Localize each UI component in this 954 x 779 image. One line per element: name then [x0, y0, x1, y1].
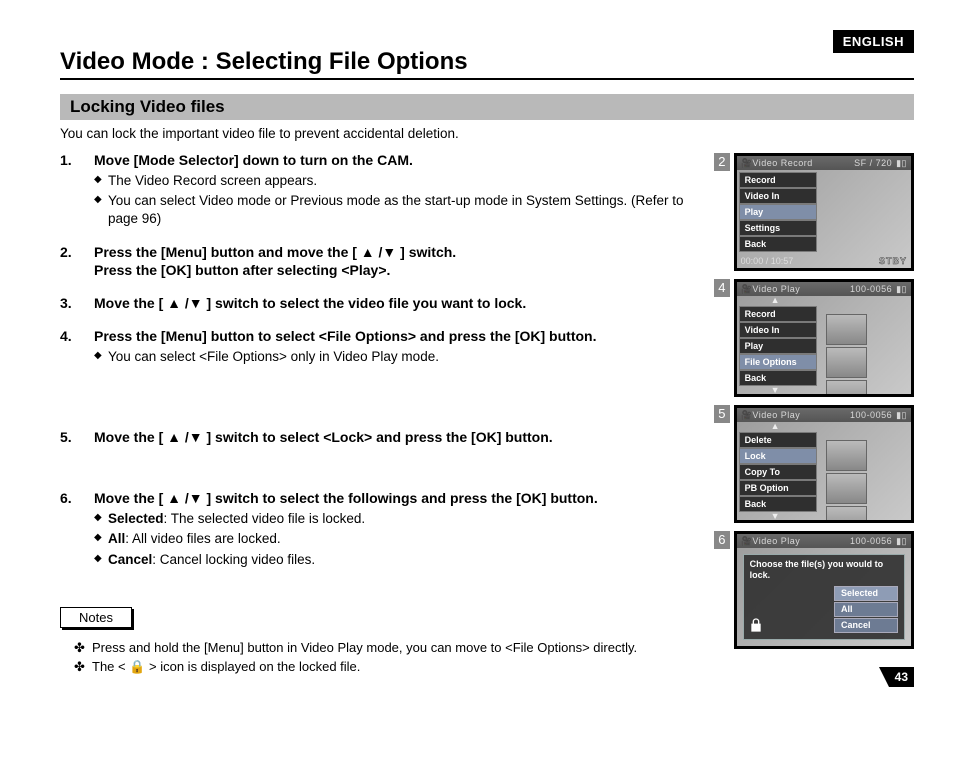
screen-2: 🎥 Video Record SF / 720 ▮▯ Record Video … — [734, 153, 914, 271]
screen-4-counter: 100-0056 — [850, 284, 892, 294]
step-4-sub-1: You can select <File Options> only in Vi… — [94, 348, 696, 366]
screen-2-badge: SF / 720 — [854, 158, 892, 168]
step-2: Press the [Menu] button and move the [ ▲… — [60, 243, 696, 281]
screen-4-title: Video Play — [752, 284, 850, 294]
step-1-title: Move [Mode Selector] down to turn on the… — [94, 152, 413, 168]
screen-5-title: Video Play — [752, 410, 850, 420]
step-6-sub-1: Selected: The selected video file is loc… — [94, 510, 696, 528]
dialog-option-selected: Selected — [834, 586, 898, 601]
menu-item-copy-to: Copy To — [739, 464, 817, 480]
screen-4-block: 4 🎥 Video Play 100-0056 ▮▯ ▲ Record Vide… — [714, 279, 914, 397]
camera-icon: 🎥 — [741, 284, 753, 295]
menu-item-back: Back — [739, 496, 817, 512]
battery-icon: ▮▯ — [896, 536, 907, 547]
menu-item-back: Back — [739, 370, 817, 386]
screen-2-timer: 00:00 / 10:57 — [741, 256, 794, 266]
menu-item-record: Record — [739, 172, 817, 188]
screen-6-title: Video Play — [752, 536, 850, 546]
notes-section: Notes Press and hold the [Menu] button i… — [60, 607, 696, 675]
step-6-sub-3: Cancel: Cancel locking video files. — [94, 551, 696, 569]
down-arrow-icon: ▼ — [771, 385, 780, 395]
screen-4-thumbs — [826, 314, 908, 397]
menu-item-pb-option: PB Option — [739, 480, 817, 496]
screen-2-state: STBY — [879, 256, 907, 266]
up-arrow-icon: ▲ — [771, 295, 780, 305]
menu-item-delete: Delete — [739, 432, 817, 448]
menu-item-settings: Settings — [739, 220, 817, 236]
thumb — [826, 473, 867, 504]
battery-icon: ▮▯ — [896, 410, 907, 421]
menu-item-play: Play — [739, 204, 817, 220]
screen-4-menu: Record Video In Play File Options Back — [739, 306, 817, 386]
up-arrow-icon: ▲ — [771, 421, 780, 431]
thumb — [826, 440, 867, 471]
note-2: The < 🔒 > icon is displayed on the locke… — [74, 659, 696, 675]
menu-item-record: Record — [739, 306, 817, 322]
step-6: Move the [ ▲ /▼ ] switch to select the f… — [60, 489, 696, 569]
step-4-title: Press the [Menu] button to select <File … — [94, 328, 596, 344]
dialog-option-all: All — [834, 602, 898, 617]
screens-column: 2 🎥 Video Record SF / 720 ▮▯ Record Vide… — [714, 153, 914, 657]
screen-4-number: 4 — [714, 279, 730, 297]
language-tag: ENGLISH — [833, 30, 914, 53]
thumb — [826, 506, 867, 523]
down-arrow-icon: ▼ — [771, 511, 780, 521]
camera-icon: 🎥 — [741, 158, 753, 169]
screen-5-block: 5 🎥 Video Play 100-0056 ▮▯ ▲ Delete Lock… — [714, 405, 914, 523]
step-3: Move the [ ▲ /▼ ] switch to select the v… — [60, 294, 696, 313]
menu-item-play: Play — [739, 338, 817, 354]
battery-icon: ▮▯ — [896, 158, 907, 169]
lock-icon — [748, 617, 764, 635]
step-6-sub-2: All: All video files are locked. — [94, 530, 696, 548]
menu-item-file-options: File Options — [739, 354, 817, 370]
menu-item-video-in: Video In — [739, 188, 817, 204]
thumb — [826, 347, 867, 378]
step-3-title: Move the [ ▲ /▼ ] switch to select the v… — [94, 295, 526, 311]
camera-icon: 🎥 — [741, 410, 753, 421]
menu-item-lock: Lock — [739, 448, 817, 464]
menu-item-video-in: Video In — [739, 322, 817, 338]
screen-5-counter: 100-0056 — [850, 410, 892, 420]
step-6-title: Move the [ ▲ /▼ ] switch to select the f… — [94, 490, 598, 506]
screen-5: 🎥 Video Play 100-0056 ▮▯ ▲ Delete Lock C… — [734, 405, 914, 523]
screen-4: 🎥 Video Play 100-0056 ▮▯ ▲ Record Video … — [734, 279, 914, 397]
steps-column: Move [Mode Selector] down to turn on the… — [60, 151, 714, 679]
screen-6: 🎥 Video Play 100-0056 ▮▯ Choose the file… — [734, 531, 914, 649]
menu-item-back: Back — [739, 236, 817, 252]
screen-6-counter: 100-0056 — [850, 536, 892, 546]
dialog-text: Choose the file(s) you would to lock. — [750, 559, 898, 581]
step-1: Move [Mode Selector] down to turn on the… — [60, 151, 696, 229]
battery-icon: ▮▯ — [896, 284, 907, 295]
step-2-title-extra: Press the [OK] button after selecting <P… — [94, 261, 696, 280]
screen-5-number: 5 — [714, 405, 730, 423]
step-4: Press the [Menu] button to select <File … — [60, 327, 696, 366]
dialog-option-cancel: Cancel — [834, 618, 898, 633]
note-1: Press and hold the [Menu] button in Vide… — [74, 640, 696, 655]
step-5-title: Move the [ ▲ /▼ ] switch to select <Lock… — [94, 429, 553, 445]
screen-6-block: 6 🎥 Video Play 100-0056 ▮▯ Choose the fi… — [714, 531, 914, 649]
section-title: Locking Video files — [60, 94, 914, 120]
screen-2-title: Video Record — [752, 158, 854, 168]
page-number: 43 — [889, 667, 914, 687]
step-5: Move the [ ▲ /▼ ] switch to select <Lock… — [60, 428, 696, 447]
step-1-sub-2: You can select Video mode or Previous mo… — [94, 192, 696, 228]
screen-5-menu: Delete Lock Copy To PB Option Back — [739, 432, 817, 512]
screen-2-menu: Record Video In Play Settings Back — [739, 172, 817, 252]
screen-2-number: 2 — [714, 153, 730, 171]
thumb — [826, 380, 867, 397]
intro-text: You can lock the important video file to… — [60, 126, 914, 141]
step-1-sub-1: The Video Record screen appears. — [94, 172, 696, 190]
screen-6-number: 6 — [714, 531, 730, 549]
page-title: Video Mode : Selecting File Options — [60, 48, 914, 80]
screen-6-dialog: Choose the file(s) you would to lock. Se… — [743, 554, 905, 640]
screen-2-block: 2 🎥 Video Record SF / 720 ▮▯ Record Vide… — [714, 153, 914, 271]
thumb — [826, 314, 867, 345]
camera-icon: 🎥 — [741, 536, 753, 547]
notes-label: Notes — [60, 607, 132, 628]
screen-5-thumbs — [826, 440, 908, 523]
step-2-title: Press the [Menu] button and move the [ ▲… — [94, 244, 456, 260]
dialog-options: Selected All Cancel — [834, 585, 898, 633]
